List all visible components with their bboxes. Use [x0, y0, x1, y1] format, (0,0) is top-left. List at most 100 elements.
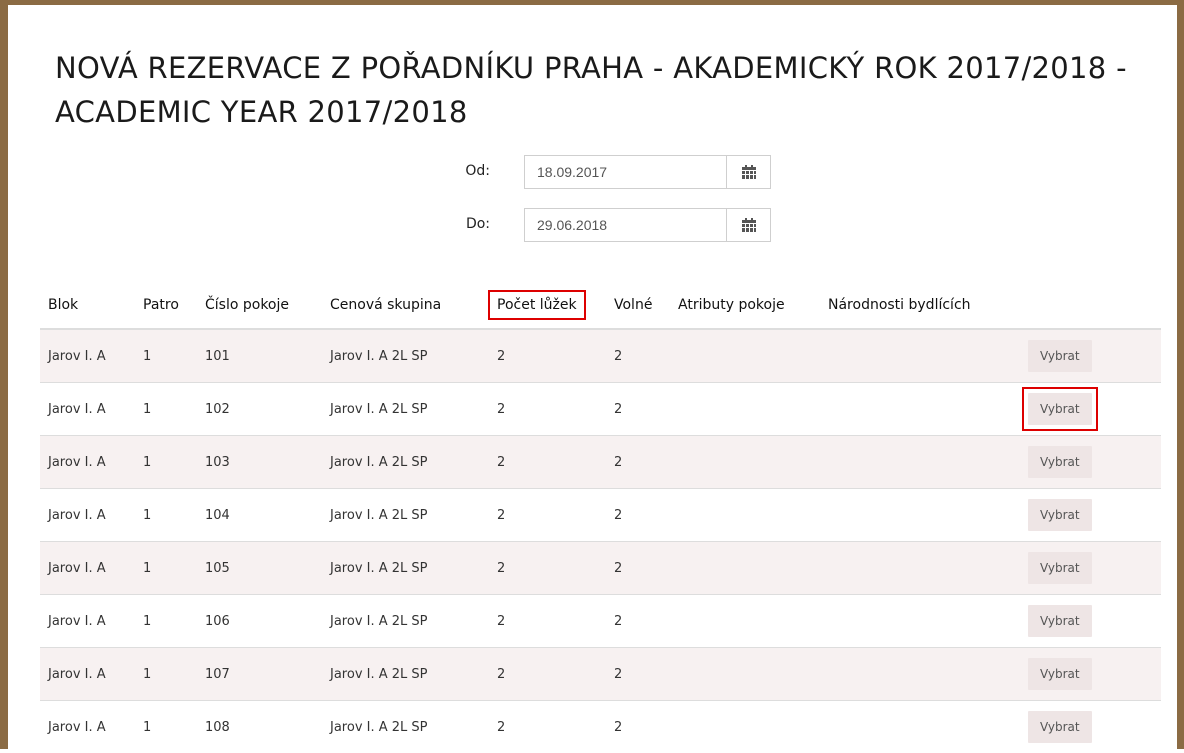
cell-narodnosti	[820, 701, 1020, 753]
table-row: Jarov I. A1103Jarov I. A 2L SP22Vybrat	[40, 436, 1161, 489]
cell-volne: 2	[606, 329, 670, 383]
cell-patro: 1	[135, 701, 197, 753]
cell-patro: 1	[135, 542, 197, 595]
select-button[interactable]: Vybrat	[1028, 393, 1092, 425]
select-wrapper: Vybrat	[1028, 658, 1092, 690]
header-cislo-pokoje: Číslo pokoje	[197, 282, 322, 329]
cell-narodnosti	[820, 648, 1020, 701]
cell-cenova: Jarov I. A 2L SP	[322, 542, 489, 595]
cell-patro: 1	[135, 436, 197, 489]
cell-narodnosti	[820, 542, 1020, 595]
date-from-label: Od:	[430, 163, 490, 179]
cell-cislo: 106	[197, 595, 322, 648]
select-wrapper: Vybrat	[1028, 605, 1092, 637]
select-button[interactable]: Vybrat	[1028, 711, 1092, 743]
cell-cislo: 107	[197, 648, 322, 701]
cell-volne: 2	[606, 436, 670, 489]
header-atributy-pokoje: Atributy pokoje	[670, 282, 820, 329]
select-button[interactable]: Vybrat	[1028, 499, 1092, 531]
date-from-calendar-button[interactable]	[726, 155, 771, 189]
select-button[interactable]: Vybrat	[1028, 340, 1092, 372]
header-volne: Volné	[606, 282, 670, 329]
cell-cislo: 101	[197, 329, 322, 383]
cell-volne: 2	[606, 489, 670, 542]
cell-cenova: Jarov I. A 2L SP	[322, 383, 489, 436]
cell-action: Vybrat	[1020, 701, 1161, 753]
cell-narodnosti	[820, 595, 1020, 648]
header-pocet-luzek-cell: Počet lůžek	[489, 282, 606, 329]
cell-atributy	[670, 648, 820, 701]
cell-cenova: Jarov I. A 2L SP	[322, 595, 489, 648]
cell-blok: Jarov I. A	[40, 648, 135, 701]
cell-atributy	[670, 329, 820, 383]
cell-action: Vybrat	[1020, 436, 1161, 489]
select-button[interactable]: Vybrat	[1028, 658, 1092, 690]
cell-patro: 1	[135, 383, 197, 436]
cell-volne: 2	[606, 701, 670, 753]
select-button[interactable]: Vybrat	[1028, 552, 1092, 584]
cell-action: Vybrat	[1020, 489, 1161, 542]
select-wrapper: Vybrat	[1028, 340, 1092, 372]
header-action	[1020, 282, 1161, 329]
cell-blok: Jarov I. A	[40, 595, 135, 648]
cell-atributy	[670, 701, 820, 753]
cell-atributy	[670, 542, 820, 595]
cell-cislo: 105	[197, 542, 322, 595]
table-row: Jarov I. A1107Jarov I. A 2L SP22Vybrat	[40, 648, 1161, 701]
header-narodnosti: Národnosti bydlících	[820, 282, 1020, 329]
cell-blok: Jarov I. A	[40, 701, 135, 753]
cell-action: Vybrat	[1020, 329, 1161, 383]
cell-cislo: 108	[197, 701, 322, 753]
cell-cislo: 104	[197, 489, 322, 542]
select-wrapper: Vybrat	[1028, 446, 1092, 478]
cell-volne: 2	[606, 383, 670, 436]
header-patro: Patro	[135, 282, 197, 329]
highlighted-select-wrapper: Vybrat	[1022, 387, 1098, 431]
cell-pocet: 2	[489, 329, 606, 383]
date-to-row: Do: 29.06.2018	[0, 208, 1184, 242]
cell-volne: 2	[606, 595, 670, 648]
cell-atributy	[670, 436, 820, 489]
header-pocet-luzek: Počet lůžek	[488, 290, 586, 320]
cell-pocet: 2	[489, 489, 606, 542]
cell-atributy	[670, 383, 820, 436]
table-row: Jarov I. A1108Jarov I. A 2L SP22Vybrat	[40, 701, 1161, 753]
cell-blok: Jarov I. A	[40, 436, 135, 489]
rooms-table: Blok Patro Číslo pokoje Cenová skupina P…	[40, 282, 1161, 753]
page-title: NOVÁ REZERVACE Z POŘADNÍKU PRAHA - AKADE…	[55, 46, 1155, 134]
header-blok: Blok	[40, 282, 135, 329]
date-to-calendar-button[interactable]	[726, 208, 771, 242]
select-button[interactable]: Vybrat	[1028, 446, 1092, 478]
cell-cenova: Jarov I. A 2L SP	[322, 329, 489, 383]
cell-action: Vybrat	[1020, 383, 1161, 436]
date-from-input[interactable]: 18.09.2017	[524, 155, 726, 189]
cell-narodnosti	[820, 436, 1020, 489]
table-row: Jarov I. A1102Jarov I. A 2L SP22Vybrat	[40, 383, 1161, 436]
cell-pocet: 2	[489, 383, 606, 436]
cell-cenova: Jarov I. A 2L SP	[322, 701, 489, 753]
date-to-label: Do:	[430, 216, 490, 232]
cell-patro: 1	[135, 489, 197, 542]
table-row: Jarov I. A1106Jarov I. A 2L SP22Vybrat	[40, 595, 1161, 648]
cell-atributy	[670, 489, 820, 542]
cell-pocet: 2	[489, 648, 606, 701]
table-header-row: Blok Patro Číslo pokoje Cenová skupina P…	[40, 282, 1161, 329]
date-from-row: Od: 18.09.2017	[0, 155, 1184, 189]
date-to-input[interactable]: 29.06.2018	[524, 208, 726, 242]
cell-pocet: 2	[489, 701, 606, 753]
cell-patro: 1	[135, 329, 197, 383]
cell-atributy	[670, 595, 820, 648]
cell-blok: Jarov I. A	[40, 542, 135, 595]
cell-cenova: Jarov I. A 2L SP	[322, 648, 489, 701]
cell-narodnosti	[820, 489, 1020, 542]
cell-cislo: 102	[197, 383, 322, 436]
cell-blok: Jarov I. A	[40, 489, 135, 542]
cell-patro: 1	[135, 648, 197, 701]
cell-pocet: 2	[489, 542, 606, 595]
table-body: Jarov I. A1101Jarov I. A 2L SP22VybratJa…	[40, 329, 1161, 753]
select-button[interactable]: Vybrat	[1028, 605, 1092, 637]
cell-action: Vybrat	[1020, 595, 1161, 648]
header-cenova-skupina: Cenová skupina	[322, 282, 489, 329]
cell-cenova: Jarov I. A 2L SP	[322, 489, 489, 542]
select-wrapper: Vybrat	[1028, 711, 1092, 743]
